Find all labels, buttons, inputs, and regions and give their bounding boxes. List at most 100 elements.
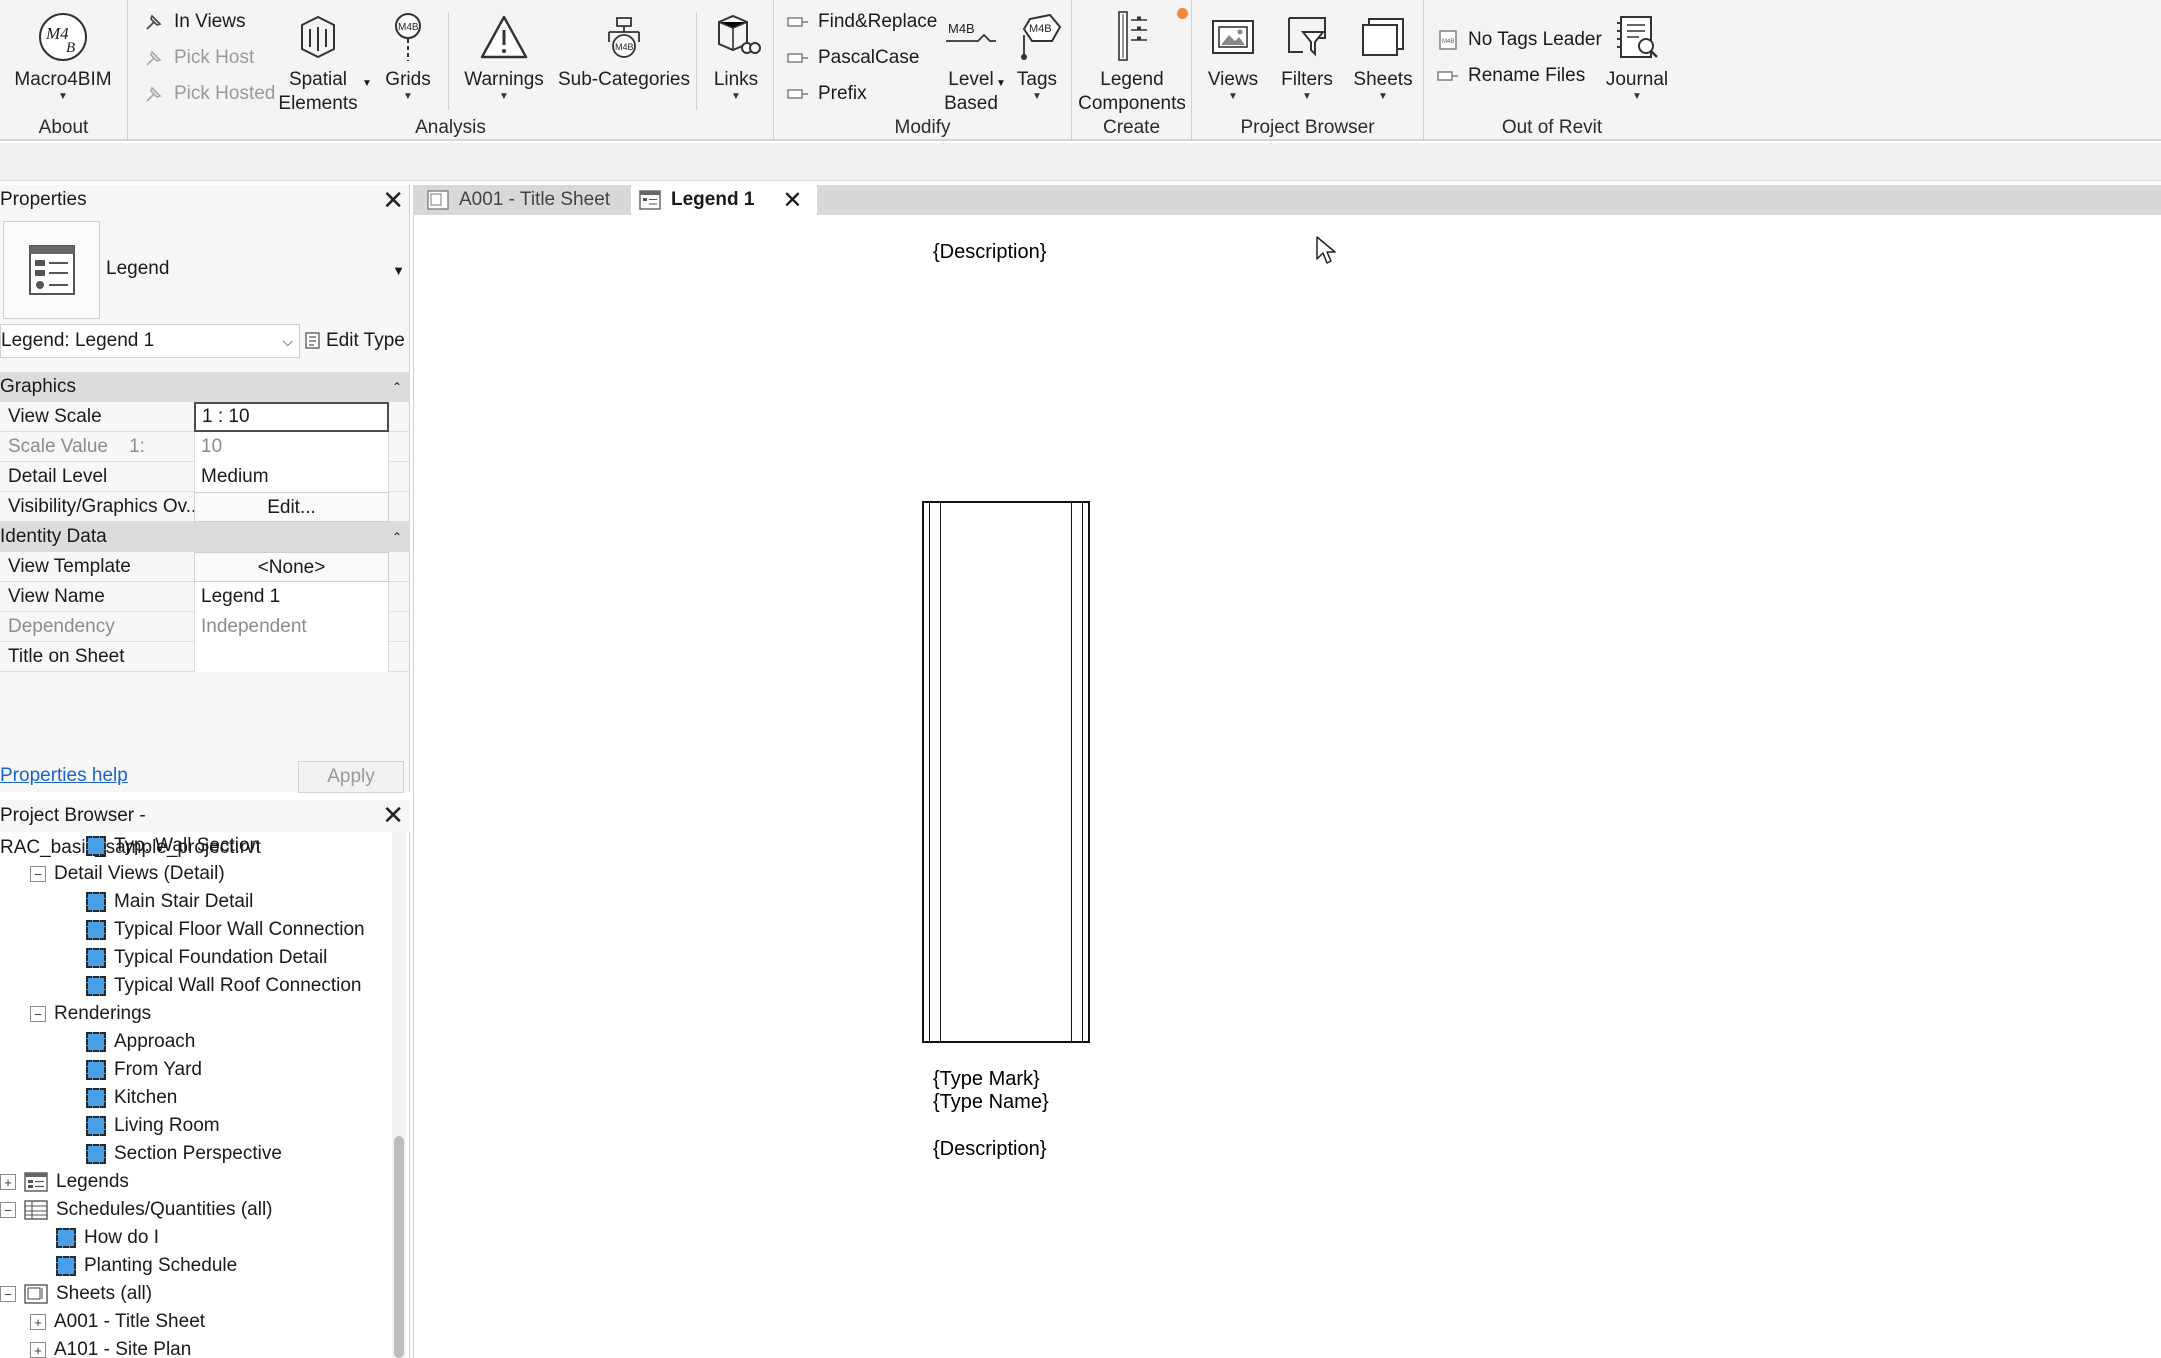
grids-button[interactable]: M4B Grids ▼ [378,10,438,102]
symbol-line [1071,503,1072,1041]
tab-a001-title-sheet[interactable]: A001 - Title Sheet [419,185,633,215]
filters-button[interactable]: Filters ▼ [1276,10,1338,102]
sub-categories-button[interactable]: M4B Sub-Categories [558,10,690,92]
tree-item[interactable]: Typical Floor Wall Connection [86,916,365,944]
divider [696,12,697,110]
level-based-icon: M4B [944,10,998,64]
tree-item[interactable]: Typical Wall Roof Connection [86,972,361,1000]
description-tag-top[interactable]: {Description} [933,241,1046,264]
tree-item[interactable]: Typical Foundation Detail [86,944,327,972]
find-replace-button[interactable]: Find&Replace [786,10,937,34]
collapse-icon[interactable]: − [0,1202,16,1218]
instance-selector[interactable]: Legend: Legend 1 ⌵ [0,324,300,358]
vis-graphics-edit-button[interactable]: Edit... [194,492,389,522]
collapse-icon[interactable]: − [30,866,46,882]
svg-text:M4B: M4B [1442,39,1454,45]
panel-title-about: About [38,117,89,138]
chevron-down-icon[interactable]: ▼ [392,263,405,278]
tree-item-label: Planting Schedule [84,1255,238,1276]
view-template-button[interactable]: <None> [194,552,389,582]
journal-icon [1610,10,1664,64]
tree-item[interactable]: Approach [86,1028,195,1056]
apply-button[interactable]: Apply [298,761,404,793]
spatial-elements-button[interactable]: Spatial Elements [278,10,358,116]
collapse-icon[interactable]: − [0,1286,16,1302]
pick-hosted-button[interactable]: Pick Hosted [142,82,275,106]
tree-group[interactable]: − Detail Views (Detail) [30,860,225,888]
expand-icon[interactable]: + [30,1342,46,1358]
legend-components-button[interactable]: Legend Components [1078,10,1186,116]
chevron-down-icon[interactable]: ▼ [996,78,1006,89]
detail-level-select[interactable]: Medium [194,462,389,492]
view-tab-bar: A001 - Title Sheet Legend 1 ✕ [413,185,2161,215]
journal-label: Journal [1605,69,1669,90]
tree-group[interactable]: + A101 - Site Plan [30,1336,191,1358]
tree-item-label: Main Stair Detail [114,891,254,912]
group-graphics[interactable]: Graphics ⌃ [0,372,410,402]
macro4bim-button[interactable]: M4 B Macro4BIM ▼ [10,10,116,102]
in-views-button[interactable]: In Views [142,10,245,34]
no-tags-leader-button[interactable]: M4B No Tags Leader [1436,28,1602,52]
tree-group[interactable]: + A001 - Title Sheet [30,1308,205,1336]
type-mark-tag[interactable]: {Type Mark} [933,1068,1040,1091]
pascal-case-button[interactable]: PascalCase [786,46,919,70]
sheets-button[interactable]: Sheets ▼ [1350,10,1416,102]
links-button[interactable]: Links ▼ [706,10,766,102]
views-icon [1206,10,1260,64]
pick-host-button[interactable]: Pick Host [142,46,254,70]
properties-help-link[interactable]: Properties help [0,765,128,787]
close-icon[interactable]: ✕ [382,800,404,830]
tree-item[interactable]: Main Stair Detail [86,888,253,916]
type-name-tag[interactable]: {Type Name} [933,1091,1049,1114]
edit-type-button[interactable]: Edit Type [305,324,405,358]
view-scale-input[interactable]: 1 : 10 [194,402,389,432]
tree-item[interactable]: Typ. Wall Section [86,832,260,860]
expand-icon[interactable]: + [30,1314,46,1330]
tree-item[interactable]: From Yard [86,1056,202,1084]
warnings-button[interactable]: Warnings ▼ [464,10,544,102]
rename-files-button[interactable]: Rename Files [1436,64,1585,88]
description-tag-bottom[interactable]: {Description} [933,1138,1046,1161]
tree-item[interactable]: Section Perspective [86,1140,282,1168]
tags-icon: M4B [1010,10,1064,64]
close-icon[interactable]: ✕ [382,185,404,215]
journal-button[interactable]: Journal ▼ [1604,10,1670,102]
type-selector-name[interactable]: Legend [106,258,169,280]
tab-legend-1[interactable]: Legend 1 ✕ [631,185,817,215]
views-button[interactable]: Views ▼ [1202,10,1264,102]
prop-row-view-scale: View Scale 1 : 10 [0,402,410,432]
tree-item[interactable]: Planting Schedule [56,1252,237,1280]
tree-item[interactable]: Living Room [86,1112,220,1140]
tags-button[interactable]: M4B Tags ▼ [1010,10,1064,102]
title-on-sheet-input[interactable] [194,642,389,672]
collapse-icon[interactable]: − [30,1006,46,1022]
pick-hosted-label: Pick Hosted [174,83,276,104]
tree-group[interactable]: − Renderings [30,1000,151,1028]
spatial-elements-icon [291,10,345,64]
tree-group-label: Sheets (all) [56,1283,153,1304]
level-based-button[interactable]: M4B Level Based [940,10,1002,116]
panel-about: M4 B Macro4BIM ▼ About [0,0,128,141]
tree-item[interactable]: Kitchen [86,1084,177,1112]
prefix-button[interactable]: Prefix [786,82,867,106]
view-name-input[interactable]: Legend 1 [194,582,389,612]
tree-item-label: From Yard [114,1059,202,1080]
tree-group[interactable]: + Legends [0,1168,129,1196]
tree-item[interactable]: How do I [56,1224,159,1252]
tab-label: Legend 1 [671,189,755,210]
legend-component-symbol[interactable] [922,501,1090,1043]
close-icon[interactable]: ✕ [782,186,802,215]
properties-header: Properties ✕ [0,185,410,215]
drawing-canvas[interactable]: {Description} {Type Mark} {Type Name} {D… [413,215,2161,1358]
group-identity-data[interactable]: Identity Data ⌃ [0,522,410,552]
scrollbar-thumb[interactable] [394,1136,404,1358]
prop-key: Dependency [8,616,115,637]
tree-group[interactable]: − Schedules/Quantities (all) [0,1196,273,1224]
chevron-down-icon[interactable]: ▼ [362,78,372,89]
tree-group[interactable]: − Sheets (all) [0,1280,152,1308]
project-browser-scrollbar[interactable] [392,832,406,1358]
tree-group-label: Schedules/Quantities (all) [56,1199,273,1220]
expand-icon[interactable]: + [0,1174,16,1190]
level-label-2: Based [944,93,998,114]
legend-type-icon [3,221,100,319]
